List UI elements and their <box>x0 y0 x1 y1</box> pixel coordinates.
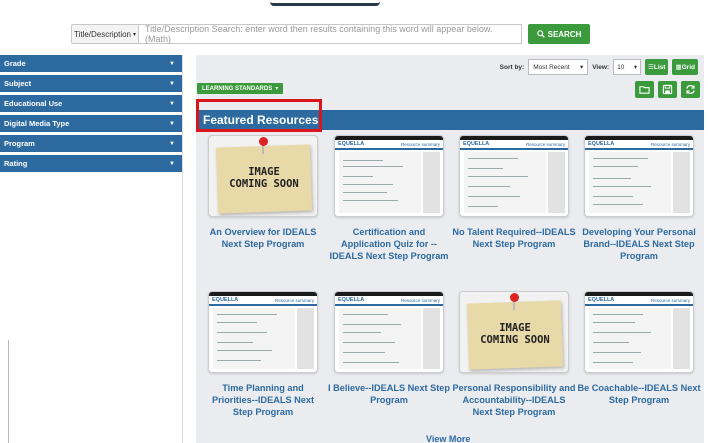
folder-button[interactable] <box>635 81 654 98</box>
resource-card[interactable]: EQUELLA Resource summary Certification an… <box>327 135 451 262</box>
learning-standards-button[interactable]: LEARNING STANDARDS ▾ <box>197 83 284 94</box>
thumb-brand: EQUELLA <box>338 141 365 147</box>
coming-soon-text: IMAGE COMING SOON <box>229 166 299 190</box>
facet-subject[interactable]: Subject ▼ <box>0 75 182 92</box>
thumb-brand: EQUELLA <box>463 141 490 147</box>
grid-label: Grid <box>681 63 695 71</box>
facet-label: Subject <box>4 79 32 88</box>
highlight-box <box>196 99 322 132</box>
resource-title[interactable]: I Believe--IDEALS Next Step Program <box>327 382 451 406</box>
grid-view-button[interactable]: ▦ Grid <box>672 59 698 75</box>
search-type-dropdown[interactable]: Title/Description ▾ <box>71 24 139 44</box>
image-coming-soon-thumbnail[interactable]: IMAGE COMING SOON <box>459 291 569 373</box>
chevron-down-icon: ▼ <box>169 80 175 87</box>
list-label: List <box>653 63 666 71</box>
chevron-down-icon: ▼ <box>169 120 175 127</box>
thumb-brand: EQUELLA <box>588 141 615 147</box>
search-placeholder: Title/Description Search: enter word the… <box>145 24 493 44</box>
resource-thumbnail[interactable]: EQUELLA Resource summary <box>334 135 444 217</box>
chevron-down-icon: ▾ <box>133 31 137 38</box>
resource-thumbnail[interactable]: EQUELLA Resource summary <box>208 291 318 373</box>
thumb-brand: EQUELLA <box>212 297 239 303</box>
sort-select[interactable]: Most Recent ▾ <box>528 59 589 75</box>
facet-label: Educational Use <box>4 99 63 108</box>
resource-title[interactable]: An Overview for IDEALS Next Step Program <box>201 226 325 250</box>
divider <box>8 340 9 443</box>
chevron-down-icon: ▼ <box>169 60 175 67</box>
save-icon <box>662 84 673 95</box>
resource-card[interactable]: EQUELLA Resource summary Developing Your … <box>577 135 701 262</box>
resource-card[interactable]: IMAGE COMING SOON An Overview for IDEALS … <box>201 135 325 250</box>
resource-title[interactable]: Developing Your Personal Brand--IDEALS N… <box>577 226 701 262</box>
facet-label: Digital Media Type <box>4 119 70 128</box>
coming-soon-text: IMAGE COMING SOON <box>480 322 550 346</box>
resource-card[interactable]: IMAGE COMING SOON Personal Responsibility… <box>452 291 576 418</box>
search-type-label: Title/Description <box>73 29 132 39</box>
resource-title[interactable]: Personal Responsibility and Accountabili… <box>452 382 576 418</box>
folder-icon <box>639 86 650 94</box>
resource-card[interactable]: EQUELLA Resource summary Time Planning an… <box>201 291 325 418</box>
chevron-down-icon: ▾ <box>633 64 638 71</box>
facet-digital-media-type[interactable]: Digital Media Type ▼ <box>0 115 182 132</box>
resource-card[interactable]: EQUELLA Resource summary No Talent Requir… <box>452 135 576 250</box>
facet-label: Program <box>4 139 35 148</box>
list-view-button[interactable]: ☰ List <box>645 59 669 75</box>
facet-label: Rating <box>4 159 28 168</box>
resource-title[interactable]: Time Planning and Priorities--IDEALS Nex… <box>201 382 325 418</box>
sort-value: Most Recent <box>533 63 570 71</box>
chevron-down-icon: ▼ <box>169 100 175 107</box>
view-label: View: <box>592 63 610 71</box>
top-heading-fragment <box>270 0 390 6</box>
facet-rating[interactable]: Rating ▼ <box>0 155 182 172</box>
refresh-button[interactable] <box>681 81 700 98</box>
resource-thumbnail[interactable]: EQUELLA Resource summary <box>459 135 569 217</box>
action-buttons <box>635 81 700 98</box>
thumb-brand: EQUELLA <box>588 297 615 303</box>
search-button-label: SEARCH <box>547 29 582 39</box>
resource-thumbnail[interactable]: EQUELLA Resource summary <box>334 291 444 373</box>
page-size-select[interactable]: 10 ▾ <box>613 59 642 75</box>
thumb-resource-summary: Resource summary <box>650 141 690 147</box>
facet-educational-use[interactable]: Educational Use ▼ <box>0 95 182 112</box>
view-more-link[interactable]: View More <box>426 434 470 443</box>
facet-grade[interactable]: Grade ▼ <box>0 55 182 72</box>
refresh-icon <box>686 85 695 94</box>
chevron-down-icon: ▼ <box>169 140 175 147</box>
search-button[interactable]: SEARCH <box>528 24 590 44</box>
view-value: 10 <box>617 63 625 71</box>
resource-title[interactable]: Certification and Application Quiz for -… <box>327 226 451 262</box>
thumb-resource-summary: Resource summary <box>400 141 440 147</box>
chevron-down-icon: ▾ <box>275 86 279 92</box>
pin-head-icon <box>510 293 519 302</box>
resource-thumbnail[interactable]: EQUELLA Resource summary <box>584 135 694 217</box>
resource-card[interactable]: EQUELLA Resource summary Be Coachable--ID… <box>577 291 701 406</box>
resource-title[interactable]: Be Coachable--IDEALS Next Step Program <box>577 382 701 406</box>
sort-label: Sort by: <box>499 63 525 71</box>
search-icon <box>536 30 545 38</box>
thumb-resource-summary: Resource summary <box>400 297 440 303</box>
save-button[interactable] <box>658 81 677 98</box>
learning-standards-label: LEARNING STANDARDS <box>202 85 273 92</box>
chevron-down-icon: ▼ <box>169 160 175 167</box>
facet-sidebar: Grade ▼ Subject ▼ Educational Use ▼ Digital… <box>0 55 183 443</box>
search-bar: Title/Description ▾ Title/Description Se… <box>71 24 590 44</box>
results-panel: Sort by: Most Recent ▾ View: 10 ▾ ☰ List… <box>196 55 704 443</box>
image-coming-soon-thumbnail[interactable]: IMAGE COMING SOON <box>208 135 318 217</box>
facet-program[interactable]: Program ▼ <box>0 135 182 152</box>
resource-title[interactable]: No Talent Required--IDEALS Next Step Pro… <box>452 226 576 250</box>
search-input[interactable]: Title/Description Search: enter word the… <box>139 24 522 44</box>
chevron-down-icon: ▾ <box>579 64 584 71</box>
pin-head-icon <box>259 137 268 146</box>
thumb-brand: EQUELLA <box>338 297 365 303</box>
facet-label: Grade <box>4 59 26 68</box>
thumb-resource-summary: Resource summary <box>274 297 314 303</box>
resource-thumbnail[interactable]: EQUELLA Resource summary <box>584 291 694 373</box>
thumb-resource-summary: Resource summary <box>525 141 565 147</box>
thumb-resource-summary: Resource summary <box>650 297 690 303</box>
sort-view-controls: Sort by: Most Recent ▾ View: 10 ▾ ☰ List… <box>500 59 698 75</box>
resource-card[interactable]: EQUELLA Resource summary I Believe--IDEAL… <box>327 291 451 406</box>
